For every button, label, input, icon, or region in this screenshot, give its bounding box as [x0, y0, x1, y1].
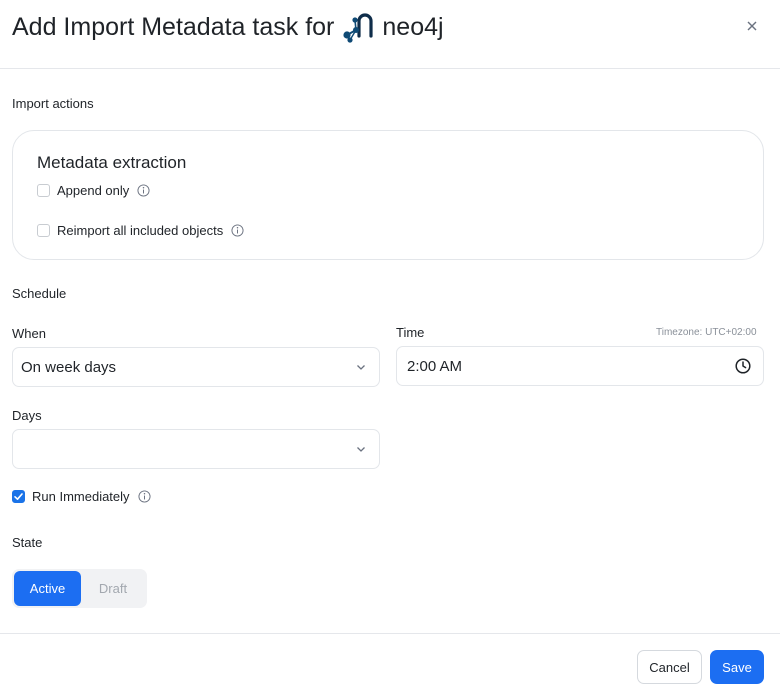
close-icon[interactable] — [744, 18, 760, 34]
checkmark-icon — [14, 493, 23, 500]
timezone-label: Timezone: UTC+02:00 — [656, 327, 757, 338]
clock-icon[interactable] — [735, 358, 751, 374]
state-toggle: Active Draft — [12, 569, 147, 608]
info-icon[interactable] — [137, 184, 150, 197]
info-icon[interactable] — [138, 490, 151, 503]
metadata-extraction-card: Metadata extraction Append only Reimport… — [12, 130, 764, 260]
brand-name: neo4j — [382, 13, 444, 41]
reimport-all-checkbox[interactable] — [37, 224, 50, 237]
days-select[interactable] — [12, 429, 380, 469]
dialog-title-text: Add Import Metadata task for — [12, 13, 335, 41]
schedule-label: Schedule — [12, 286, 67, 301]
import-actions-label: Import actions — [12, 96, 94, 111]
run-immediately-option: Run Immediately — [12, 489, 151, 504]
reimport-all-option: Reimport all included objects — [37, 223, 244, 238]
dialog-header: Add Import Metadata task for neo4j — [0, 0, 780, 69]
time-input[interactable]: 2:00 AM — [396, 346, 764, 386]
append-only-checkbox[interactable] — [37, 184, 50, 197]
time-label: Time — [396, 325, 425, 340]
days-label: Days — [12, 408, 42, 423]
chevron-down-icon — [357, 447, 365, 452]
run-immediately-label: Run Immediately — [32, 489, 130, 504]
append-only-label: Append only — [57, 183, 130, 198]
save-button[interactable]: Save — [710, 650, 764, 684]
card-title: Metadata extraction — [37, 153, 187, 172]
state-label: State — [12, 535, 43, 550]
dialog-title: Add Import Metadata task for neo4j — [12, 10, 444, 44]
when-select[interactable]: On week days — [12, 347, 380, 387]
cancel-button[interactable]: Cancel — [637, 650, 702, 684]
state-draft-button[interactable]: Draft — [81, 571, 145, 606]
append-only-option: Append only — [37, 183, 150, 198]
time-value: 2:00 AM — [407, 357, 463, 375]
reimport-all-label: Reimport all included objects — [57, 223, 224, 238]
info-icon[interactable] — [231, 224, 244, 237]
state-active-button[interactable]: Active — [14, 571, 81, 606]
run-immediately-checkbox[interactable] — [12, 490, 25, 503]
neo4j-logo-icon — [342, 10, 376, 44]
when-value: On week days — [21, 358, 117, 376]
when-label: When — [12, 326, 46, 341]
chevron-down-icon — [357, 365, 365, 370]
